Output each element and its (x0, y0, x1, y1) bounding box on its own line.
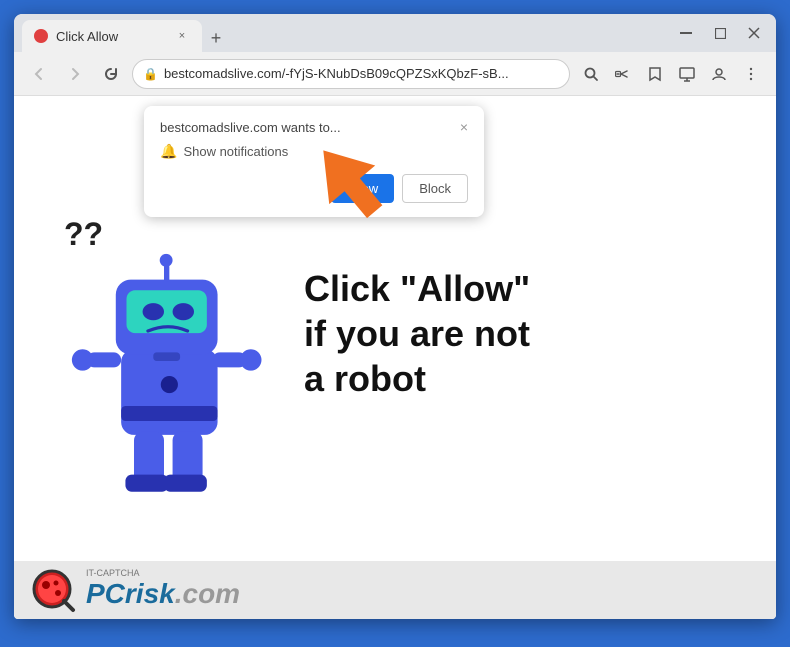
robot-illustration (44, 226, 284, 526)
captcha-label: IT-CAPTCHA (86, 568, 240, 578)
main-content: ?? (14, 206, 776, 619)
window-controls (672, 19, 768, 47)
share-icon[interactable] (608, 59, 638, 89)
address-bar[interactable]: 🔒 bestcomadslive.com/-fYjS-KNubDsB09cQPZ… (132, 59, 570, 89)
arrow-container (304, 136, 394, 231)
tab-title: Click Allow (56, 29, 118, 44)
tab-area: Click Allow × + (22, 14, 668, 52)
menu-icon[interactable] (736, 59, 766, 89)
lock-icon: 🔒 (143, 67, 158, 81)
captcha-icon (30, 567, 76, 613)
new-tab-button[interactable]: + (202, 24, 230, 52)
main-text-line3: a robot (304, 356, 530, 401)
show-notifications-label: Show notifications (183, 144, 288, 159)
popup-title: bestcomadslive.com wants to... (160, 120, 341, 135)
browser-window: Click Allow × + 🔒 (14, 14, 776, 619)
search-icon[interactable] (576, 59, 606, 89)
popup-header: bestcomadslive.com wants to... × (160, 120, 468, 135)
bookmark-icon[interactable] (640, 59, 670, 89)
title-bar: Click Allow × + (14, 14, 776, 52)
main-text-line1: Click "Allow" (304, 266, 530, 311)
page-content: bestcomadslive.com wants to... × 🔔 Show … (14, 96, 776, 619)
bell-icon: 🔔 (160, 143, 177, 160)
active-tab[interactable]: Click Allow × (22, 20, 202, 52)
pcrisk-brand: PCrisk.com (86, 578, 240, 610)
nav-icons-right (576, 59, 766, 89)
nav-bar: 🔒 bestcomadslive.com/-fYjS-KNubDsB09cQPZ… (14, 52, 776, 96)
pcrisk-name: PCrisk (86, 578, 175, 609)
block-button[interactable]: Block (402, 174, 468, 203)
pcrisk-suffix: .com (175, 578, 240, 609)
tab-close-button[interactable]: × (174, 28, 190, 44)
pcrisk-logo-container: IT-CAPTCHA PCrisk.com (30, 567, 240, 613)
back-button[interactable] (24, 59, 54, 89)
forward-button[interactable] (60, 59, 90, 89)
close-button[interactable] (740, 19, 768, 47)
tab-favicon (34, 29, 48, 43)
arrow-icon (304, 136, 394, 226)
maximize-button[interactable] (706, 19, 734, 47)
question-marks: ?? (64, 216, 103, 253)
popup-close-button[interactable]: × (460, 120, 468, 134)
robot-container: ?? (44, 226, 284, 531)
main-text: Click "Allow" if you are not a robot (304, 226, 530, 401)
main-text-line2: if you are not (304, 311, 530, 356)
pcrisk-footer: IT-CAPTCHA PCrisk.com (14, 561, 776, 619)
captcha-label-container: IT-CAPTCHA PCrisk.com (86, 570, 240, 610)
desktop-icon[interactable] (672, 59, 702, 89)
minimize-button[interactable] (672, 19, 700, 47)
profile-icon[interactable] (704, 59, 734, 89)
url-text: bestcomadslive.com/-fYjS-KNubDsB09cQPZSx… (164, 66, 559, 81)
reload-button[interactable] (96, 59, 126, 89)
